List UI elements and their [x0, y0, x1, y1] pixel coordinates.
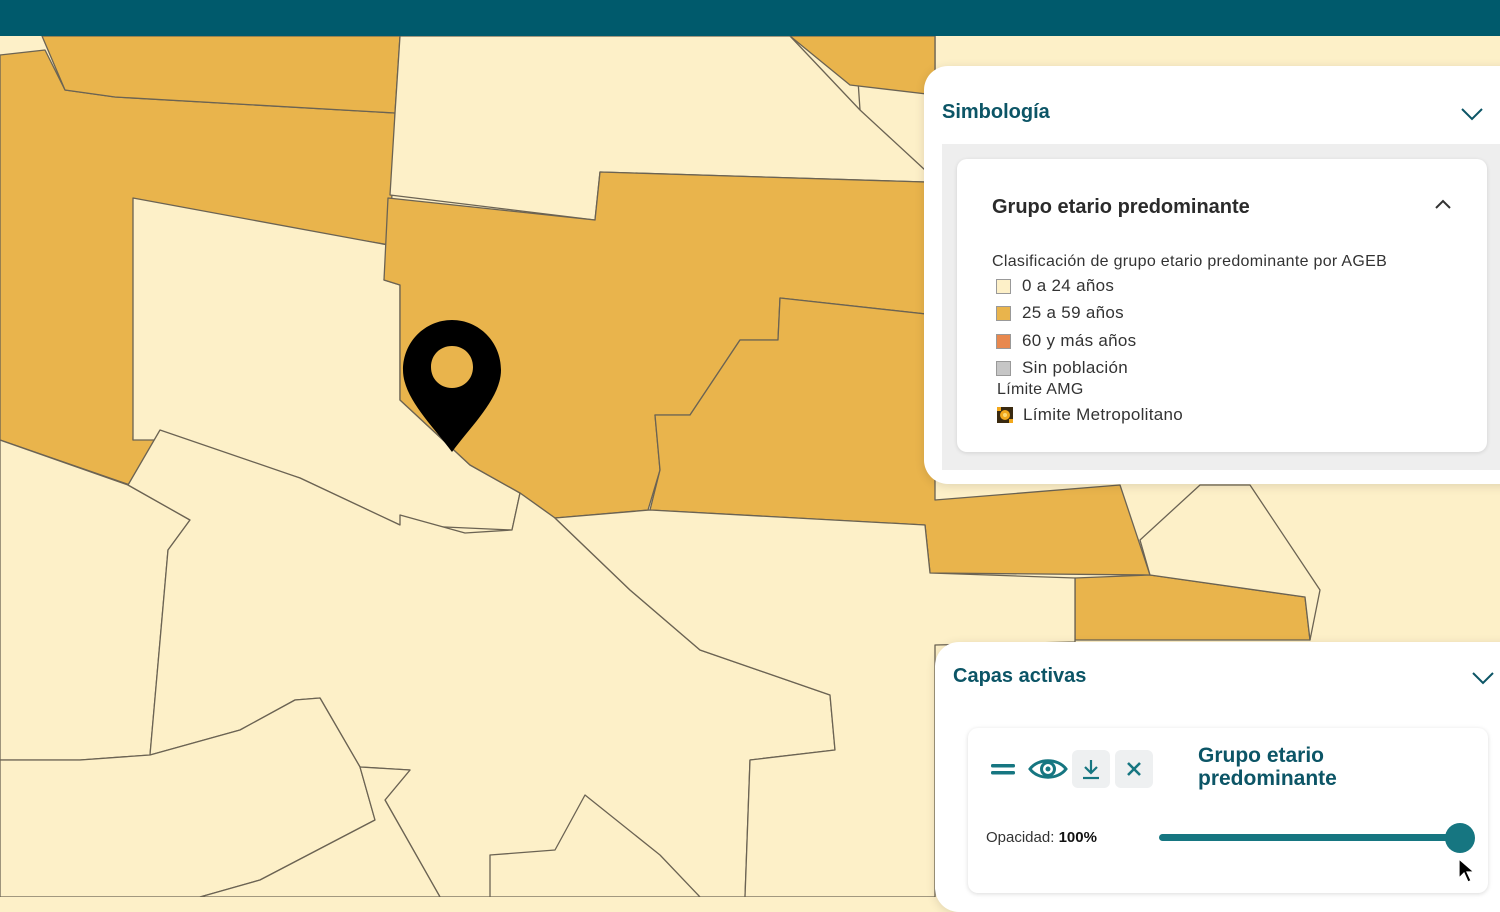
legend-item: 0 a 24 años: [996, 275, 1114, 297]
legend-layer-title: Grupo etario predominante: [992, 196, 1250, 218]
legend-item-label: 25 a 59 años: [1022, 303, 1124, 322]
layer-card: Grupo etario predominante Opacidad: 100%: [968, 728, 1488, 893]
legend-item-label: 60 y más años: [1022, 331, 1137, 350]
legend-item: 60 y más años: [996, 330, 1136, 352]
opacity-slider-thumb[interactable]: [1445, 823, 1475, 853]
legend-item: Límite Metropolitano: [996, 404, 1183, 426]
legend-swatch: [996, 305, 1011, 321]
legend-item-label: Límite Metropolitano: [1023, 405, 1184, 424]
location-pin-icon[interactable]: [401, 318, 503, 454]
symbology-panel: Simbología Grupo etario predominante Cla…: [924, 66, 1500, 484]
legend-item-label: 0 a 24 años: [1022, 276, 1115, 295]
chevron-down-icon[interactable]: [1471, 670, 1495, 686]
mouse-cursor-icon: [1458, 858, 1476, 883]
drag-handle-icon[interactable]: [988, 750, 1018, 788]
eye-icon[interactable]: [1026, 750, 1070, 788]
opacity-slider-track[interactable]: [1159, 834, 1459, 841]
layer-name: Grupo etario predominante: [1198, 744, 1337, 790]
legend-swatch: [996, 360, 1011, 376]
metropolitan-boundary-icon: [997, 407, 1013, 423]
legend-item-label: Sin población: [1022, 358, 1128, 377]
legend-description: Clasificación de grupo etario predominan…: [992, 253, 1388, 270]
legend-item: Sin población: [996, 357, 1128, 379]
active-layers-title: Capas activas: [953, 665, 1087, 687]
download-icon[interactable]: [1072, 750, 1110, 788]
legend-card: Grupo etario predominante Clasificación …: [957, 159, 1487, 452]
top-header-bar: [0, 0, 1500, 36]
opacity-label: Opacidad: 100%: [986, 829, 1097, 846]
legend-subheading: Límite AMG: [997, 381, 1084, 398]
symbology-title: Simbología: [942, 101, 1050, 123]
active-layers-panel: Capas activas Grupo etario predominante …: [935, 642, 1500, 912]
symbology-body: Grupo etario predominante Clasificación …: [942, 144, 1500, 470]
legend-item: 25 a 59 años: [996, 302, 1124, 324]
opacity-label-text: Opacidad:: [986, 829, 1055, 846]
chevron-down-icon[interactable]: [1460, 106, 1484, 122]
close-icon[interactable]: [1115, 750, 1153, 788]
opacity-value: 100%: [1058, 829, 1097, 846]
chevron-up-icon[interactable]: [1433, 197, 1453, 211]
legend-swatch: [996, 333, 1011, 349]
legend-swatch: [996, 278, 1011, 294]
